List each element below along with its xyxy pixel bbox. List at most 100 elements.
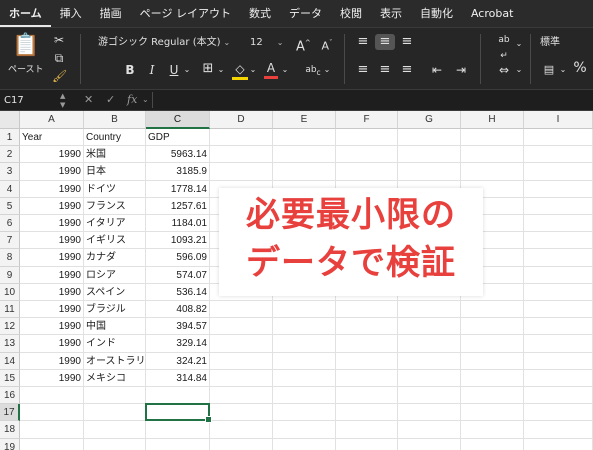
cell-a14[interactable]: 1990 bbox=[22, 353, 81, 370]
cell-c16[interactable] bbox=[148, 387, 207, 404]
ribbon-tab[interactable]: ページ レイアウト bbox=[131, 0, 240, 27]
cell-b13[interactable]: インド bbox=[86, 335, 143, 352]
chevron-down-icon[interactable]: ⌄ bbox=[182, 62, 192, 78]
column-header[interactable]: I bbox=[524, 111, 593, 129]
cut-icon[interactable]: ✂ bbox=[52, 32, 66, 48]
cell-b3[interactable]: 日本 bbox=[86, 163, 143, 180]
column-header[interactable]: G bbox=[398, 111, 461, 129]
cell-a7[interactable]: 1990 bbox=[22, 232, 81, 249]
column-header[interactable]: E bbox=[273, 111, 336, 129]
ribbon-tab[interactable]: 数式 bbox=[240, 0, 280, 27]
cell-b12[interactable]: 中国 bbox=[86, 318, 143, 335]
number-format-dropdown[interactable]: 標準 bbox=[540, 34, 593, 52]
cell-c15[interactable]: 314.84 bbox=[148, 370, 207, 387]
row-header[interactable]: 7 bbox=[0, 232, 20, 250]
cell-a12[interactable]: 1990 bbox=[22, 318, 81, 335]
align-center-icon[interactable]: ≡ bbox=[376, 62, 394, 78]
column-header[interactable]: C bbox=[146, 111, 210, 129]
cell-c4[interactable]: 1778.14 bbox=[148, 181, 207, 198]
ribbon-tab[interactable]: 挿入 bbox=[51, 0, 91, 27]
cell-b2[interactable]: 米国 bbox=[86, 146, 143, 163]
chevron-down-icon[interactable]: ⌄ bbox=[558, 62, 568, 78]
row-header[interactable]: 11 bbox=[0, 301, 20, 319]
chevron-down-icon[interactable]: ⌄ bbox=[248, 62, 258, 78]
align-top-icon[interactable]: ≡ bbox=[354, 34, 372, 50]
align-middle-icon[interactable]: ≡ bbox=[375, 34, 395, 50]
increase-font-size-icon[interactable]: A^ bbox=[296, 35, 311, 55]
column-header[interactable]: D bbox=[210, 111, 273, 129]
phonetic-guide-icon[interactable]: abc bbox=[304, 62, 322, 81]
align-bottom-icon[interactable]: ≡ bbox=[398, 34, 416, 50]
cell-a13[interactable]: 1990 bbox=[22, 335, 81, 352]
accounting-format-icon[interactable]: ▤ bbox=[540, 62, 558, 78]
row-header[interactable]: 5 bbox=[0, 197, 20, 215]
ribbon-tab[interactable]: Acrobat bbox=[462, 0, 522, 27]
underline-button[interactable]: U bbox=[168, 62, 180, 78]
italic-button[interactable]: I bbox=[146, 62, 158, 78]
wrap-text-icon[interactable]: ab ↵ bbox=[494, 32, 514, 64]
cell-a17[interactable] bbox=[22, 404, 81, 421]
cell-b5[interactable]: フランス bbox=[86, 198, 143, 215]
row-header[interactable]: 13 bbox=[0, 335, 20, 353]
chevron-down-icon[interactable]: ⌄ bbox=[514, 62, 524, 78]
cell-a16[interactable] bbox=[22, 387, 81, 404]
column-header[interactable]: F bbox=[336, 111, 398, 129]
merge-center-icon[interactable]: ⇔ bbox=[494, 62, 514, 78]
cell-c7[interactable]: 1093.21 bbox=[148, 232, 207, 249]
cell-c5[interactable]: 1257.61 bbox=[148, 198, 207, 215]
cell-b17[interactable] bbox=[86, 404, 143, 421]
row-header[interactable]: 15 bbox=[0, 369, 20, 387]
cell-b8[interactable]: カナダ bbox=[86, 249, 143, 266]
cell-c14[interactable]: 324.21 bbox=[148, 353, 207, 370]
cell-c10[interactable]: 536.14 bbox=[148, 284, 207, 301]
cell-a18[interactable] bbox=[22, 421, 81, 438]
row-header[interactable]: 14 bbox=[0, 352, 20, 370]
cell-b18[interactable] bbox=[86, 421, 143, 438]
enter-icon[interactable]: ✓ bbox=[106, 90, 115, 110]
borders-icon[interactable]: ⊞ bbox=[200, 61, 216, 77]
cell-b10[interactable]: スペイン bbox=[86, 284, 143, 301]
row-header[interactable]: 19 bbox=[0, 438, 20, 450]
cell-a3[interactable]: 1990 bbox=[22, 163, 81, 180]
column-header[interactable]: B bbox=[84, 111, 146, 129]
cell-b15[interactable]: メキシコ bbox=[86, 370, 143, 387]
format-painter-icon[interactable]: 🖌 bbox=[52, 68, 67, 84]
cell-a1[interactable]: Year bbox=[22, 129, 81, 146]
column-header[interactable]: H bbox=[461, 111, 524, 129]
chevron-down-icon[interactable]: ⌄ bbox=[514, 36, 524, 52]
row-header[interactable]: 17 bbox=[0, 404, 20, 422]
cell-a9[interactable]: 1990 bbox=[22, 267, 81, 284]
ribbon-tab[interactable]: 描画 bbox=[91, 0, 131, 27]
cell-a15[interactable]: 1990 bbox=[22, 370, 81, 387]
align-right-icon[interactable]: ≡ bbox=[398, 62, 416, 78]
cell-a10[interactable]: 1990 bbox=[22, 284, 81, 301]
select-all-corner[interactable] bbox=[0, 111, 20, 129]
ribbon-tab[interactable]: 表示 bbox=[371, 0, 411, 27]
cell-a19[interactable] bbox=[22, 439, 81, 450]
align-left-icon[interactable]: ≡ bbox=[354, 62, 372, 78]
cell-a5[interactable]: 1990 bbox=[22, 198, 81, 215]
column-header[interactable]: A bbox=[20, 111, 84, 129]
cell-c19[interactable] bbox=[148, 439, 207, 450]
paste-icon[interactable]: 📋 bbox=[12, 34, 39, 58]
insert-function-icon[interactable]: fx bbox=[127, 90, 137, 110]
ribbon-tab[interactable]: データ bbox=[280, 0, 331, 27]
chevron-down-icon[interactable]: ⌄ bbox=[322, 62, 332, 78]
cell-a2[interactable]: 1990 bbox=[22, 146, 81, 163]
indent-decrease-icon[interactable]: ⇤ bbox=[428, 62, 446, 78]
row-header[interactable]: 1 bbox=[0, 129, 20, 147]
cancel-icon[interactable]: ✕ bbox=[84, 90, 93, 110]
cell-b4[interactable]: ドイツ bbox=[86, 181, 143, 198]
chevron-down-icon[interactable]: ⌄ bbox=[280, 62, 290, 78]
percent-style-button[interactable]: % bbox=[572, 60, 588, 76]
row-header[interactable]: 2 bbox=[0, 146, 20, 164]
row-header[interactable]: 8 bbox=[0, 249, 20, 267]
row-header[interactable]: 6 bbox=[0, 215, 20, 233]
chevron-down-icon[interactable]: ⌄ bbox=[216, 62, 226, 78]
ribbon-tab[interactable]: 自動化 bbox=[411, 0, 462, 27]
fill-color-icon[interactable]: ◇ bbox=[232, 61, 248, 80]
row-header[interactable]: 4 bbox=[0, 180, 20, 198]
cell-a4[interactable]: 1990 bbox=[22, 181, 81, 198]
chevron-down-icon[interactable]: ⌄ bbox=[142, 90, 149, 110]
cell-b7[interactable]: イギリス bbox=[86, 232, 143, 249]
